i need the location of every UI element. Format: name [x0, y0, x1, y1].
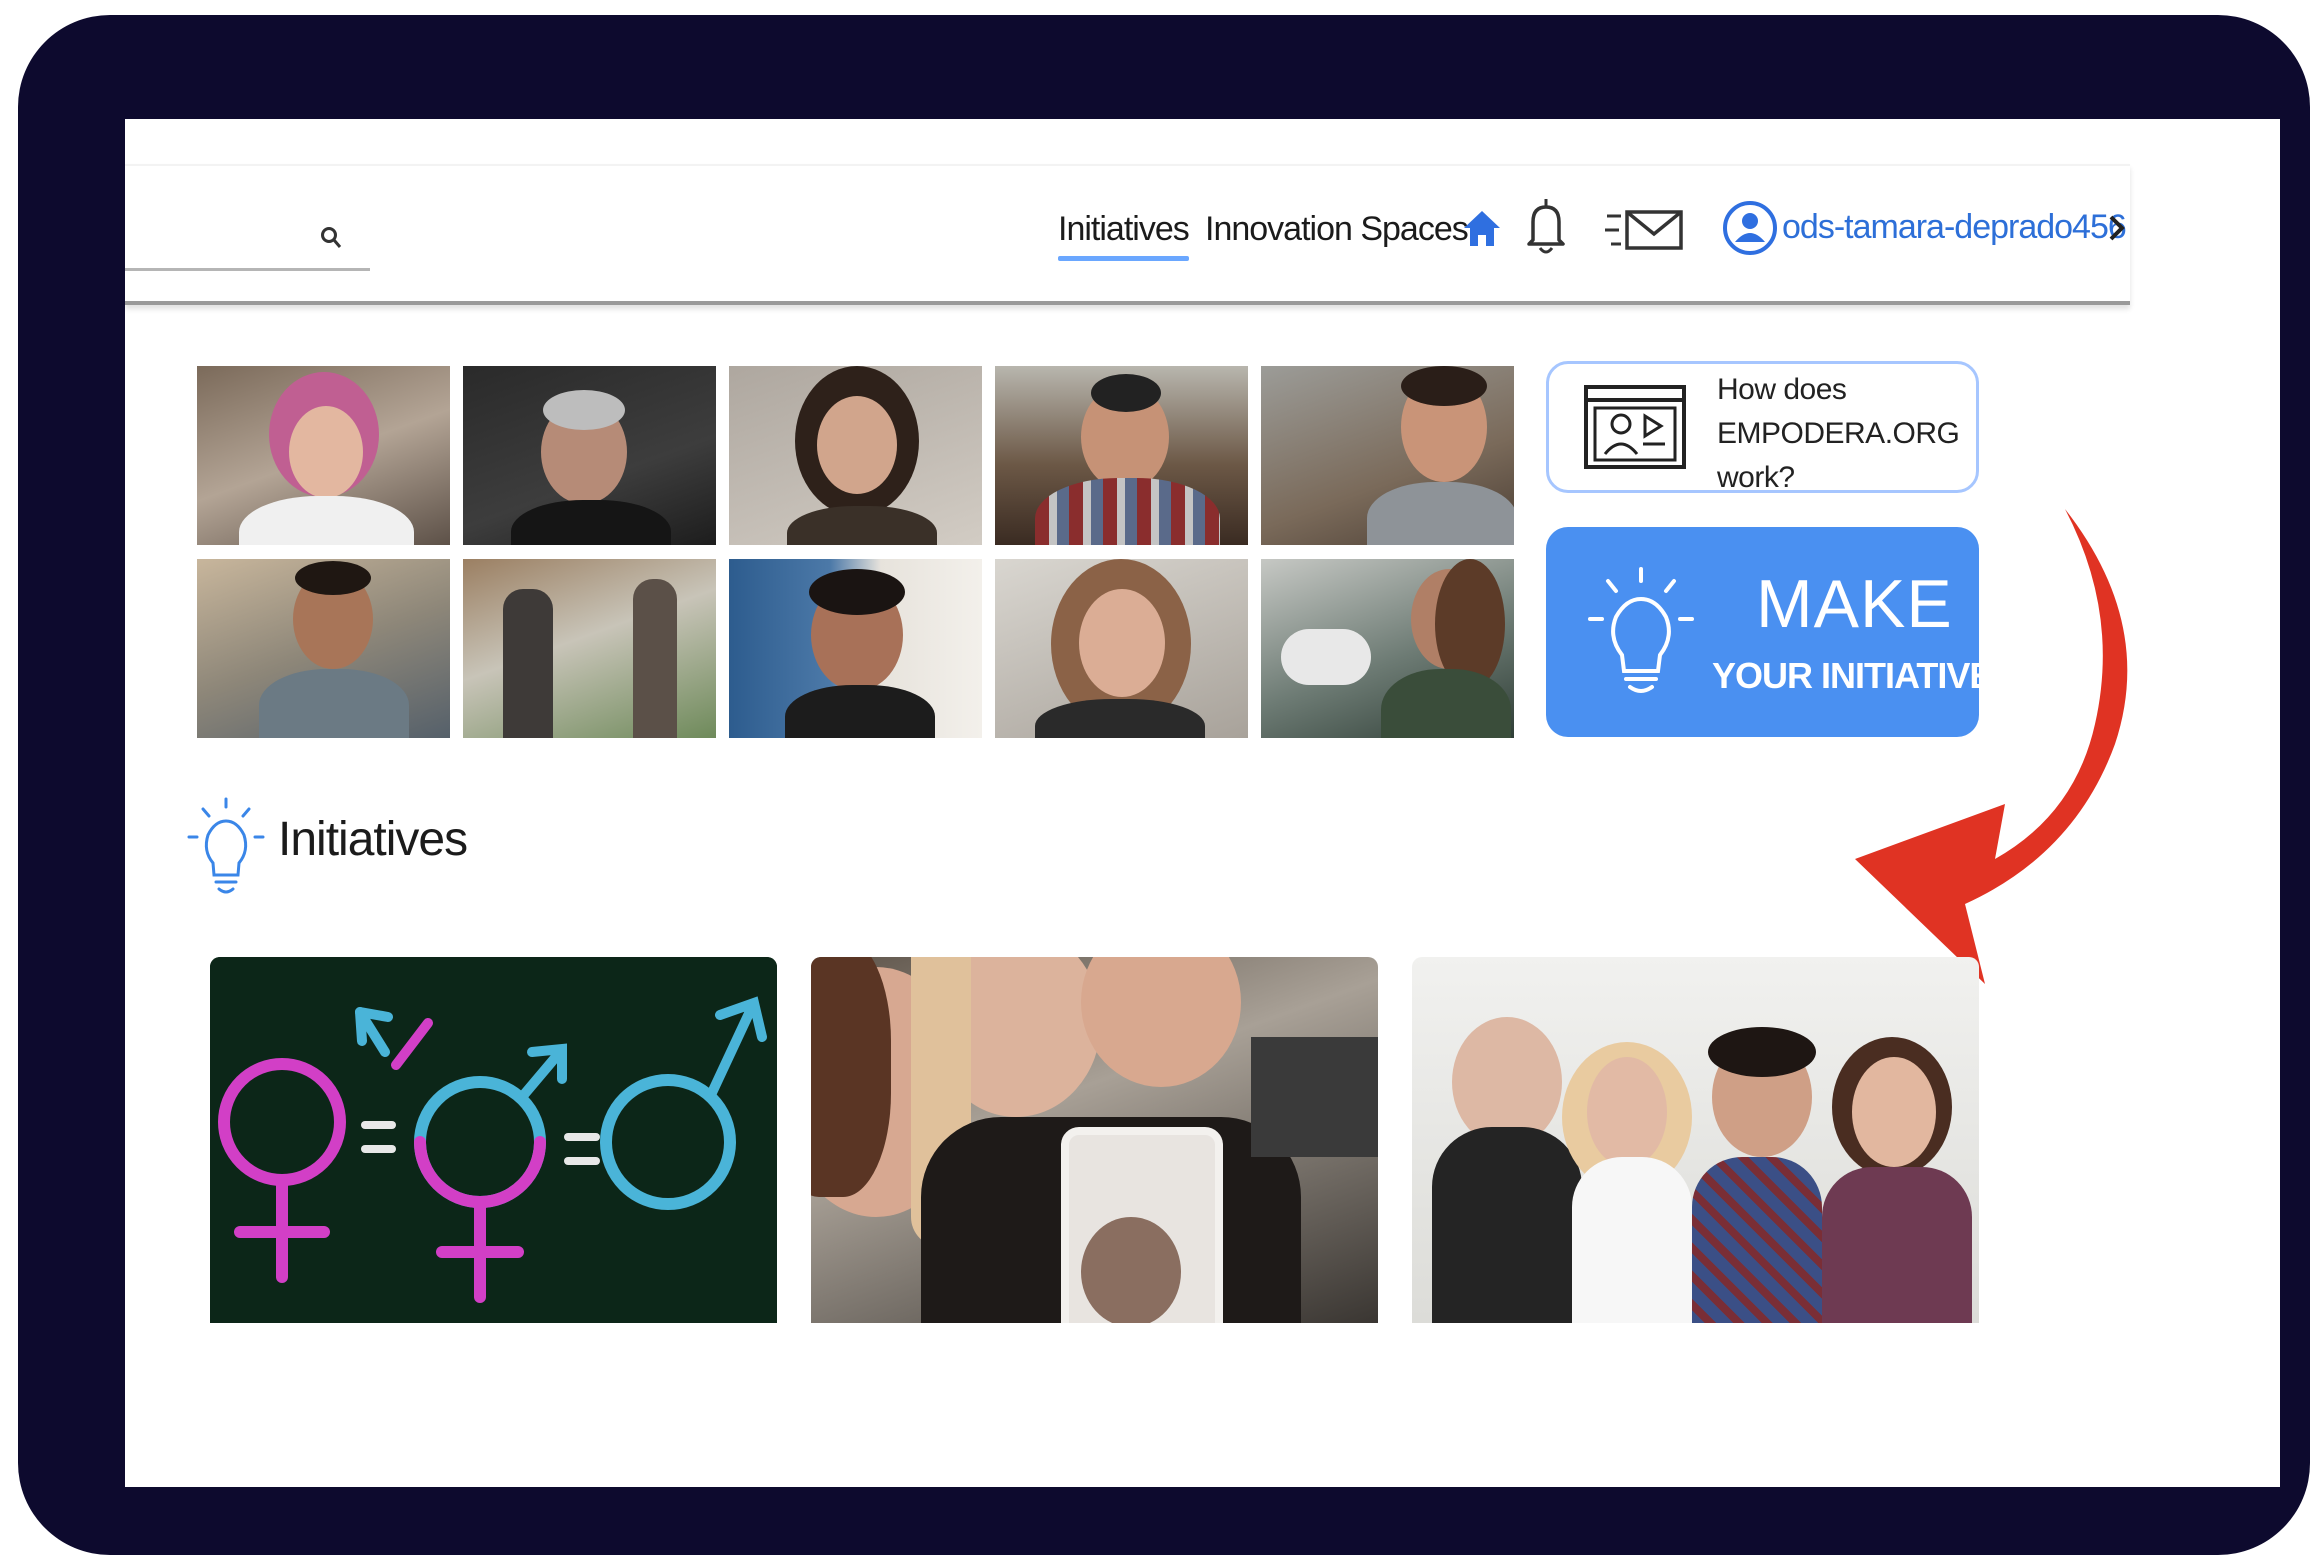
how-it-works-card[interactable]: How does EMPODERA.ORG work? [1546, 361, 1979, 494]
lightbulb-icon [1586, 567, 1696, 702]
profile-photo [463, 366, 716, 545]
gender-symbols-image [210, 957, 777, 1323]
user-avatar-icon[interactable] [1722, 200, 1778, 261]
home-icon[interactable] [1462, 208, 1502, 255]
nav-innovation-spaces[interactable]: Innovation Spaces [1205, 210, 1469, 249]
initiative-card[interactable] [811, 957, 1378, 1323]
chevron-right-icon[interactable] [2108, 214, 2126, 247]
send-mail-icon[interactable] [1605, 208, 1685, 257]
profile-photo [995, 366, 1248, 545]
profile-photo [995, 559, 1248, 738]
initiative-card[interactable] [210, 957, 777, 1323]
profile-photo [1261, 559, 1514, 738]
device-frame: Initiatives Innovation Spaces ods-tamara… [18, 15, 2310, 1555]
nav-initiatives[interactable]: Initiatives [1058, 210, 1190, 261]
lightbulb-icon [187, 797, 265, 902]
profile-photo [1261, 366, 1514, 545]
top-navbar: Initiatives Innovation Spaces ods-tamara… [125, 164, 2130, 305]
how-card-line1: How does [1717, 373, 1847, 406]
profile-photo [729, 366, 982, 545]
screen: Initiatives Innovation Spaces ods-tamara… [125, 119, 2280, 1487]
profile-photo [729, 559, 982, 738]
user-name-link[interactable]: ods-tamara-deprado456 [1782, 208, 2127, 247]
curved-arrow-icon [1855, 509, 2128, 984]
video-presentation-icon [1583, 384, 1687, 475]
section-title: Initiatives [278, 813, 468, 866]
how-card-line2: EMPODERA.ORG [1717, 417, 1960, 450]
profile-photo [197, 559, 450, 738]
profile-photo [463, 559, 716, 738]
initiative-card[interactable] [1412, 957, 1979, 1323]
search-input[interactable] [125, 206, 370, 271]
profile-photo [197, 366, 450, 545]
bell-icon[interactable] [1525, 196, 1567, 263]
how-card-line3: work? [1717, 461, 1795, 494]
search-icon[interactable] [320, 226, 342, 255]
